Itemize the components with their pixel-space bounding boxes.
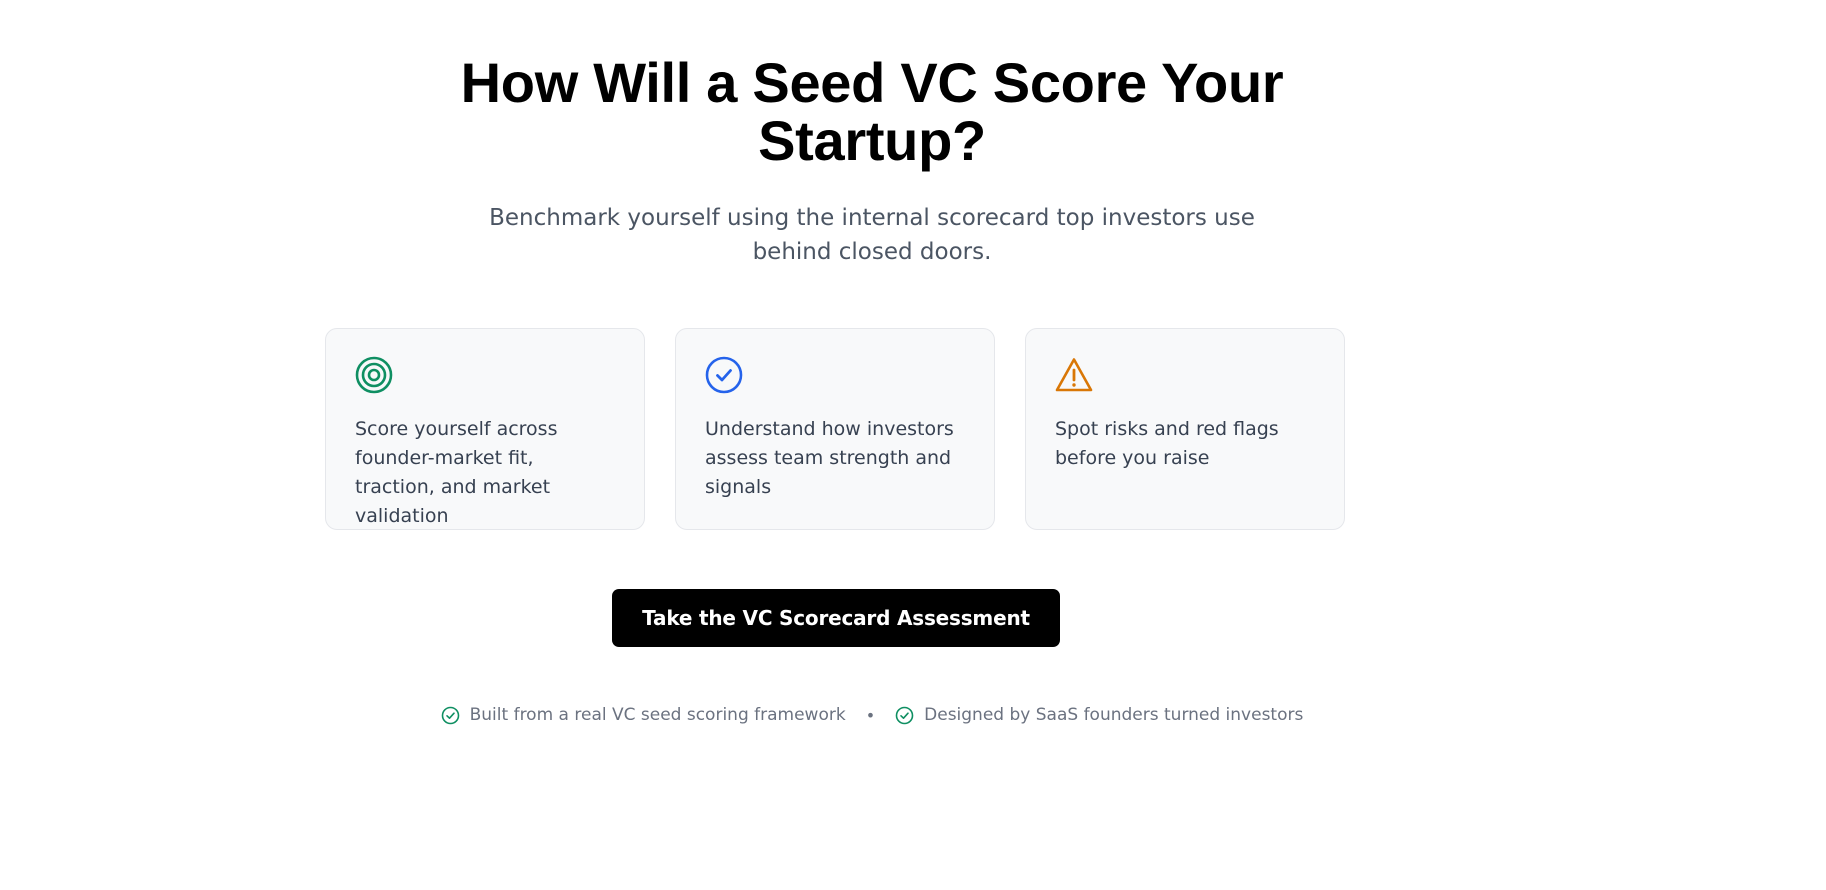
feature-cards: Score yourself across founder-market fit… (325, 328, 1349, 532)
feature-card-text: Spot risks and red flags before you rais… (1055, 418, 1279, 469)
page-subtitle: Benchmark yourself using the internal sc… (0, 201, 1744, 269)
trust-item-framework: Built from a real VC seed scoring framew… (441, 705, 846, 725)
page-subtitle-line-1: Benchmark yourself using the internal sc… (489, 205, 1255, 231)
page-title-line-1: How Will a Seed VC Score Your (460, 51, 1284, 114)
feature-card-text: Score yourself across founder-market fit… (355, 418, 558, 527)
warning-triangle-icon (1055, 358, 1093, 392)
take-assessment-button[interactable]: Take the VC Scorecard Assessment (612, 589, 1060, 647)
page-title-line-2: Startup? (758, 109, 986, 172)
trust-item-founders: Designed by SaaS founders turned investo… (895, 705, 1303, 725)
page-title: How Will a Seed VC Score Your Startup? (0, 54, 1744, 170)
feature-card-score: Score yourself across founder-market fit… (325, 328, 645, 530)
feature-card-risks: Spot risks and red flags before you rais… (1025, 328, 1345, 530)
trust-separator: • (865, 705, 876, 725)
target-icon (355, 356, 393, 394)
check-circle-icon (705, 356, 743, 394)
trust-item-label: Built from a real VC seed scoring framew… (469, 705, 846, 725)
trust-item-label: Designed by SaaS founders turned investo… (924, 705, 1304, 725)
trust-badges: Built from a real VC seed scoring framew… (0, 705, 1744, 725)
check-circle-icon (441, 706, 459, 724)
page: How Will a Seed VC Score Your Startup? B… (0, 0, 1826, 890)
feature-card-understand: Understand how investors assess team str… (675, 328, 995, 530)
page-subtitle-line-2: behind closed doors. (752, 239, 992, 265)
feature-card-text: Understand how investors assess team str… (705, 418, 954, 498)
check-circle-icon (895, 706, 914, 724)
